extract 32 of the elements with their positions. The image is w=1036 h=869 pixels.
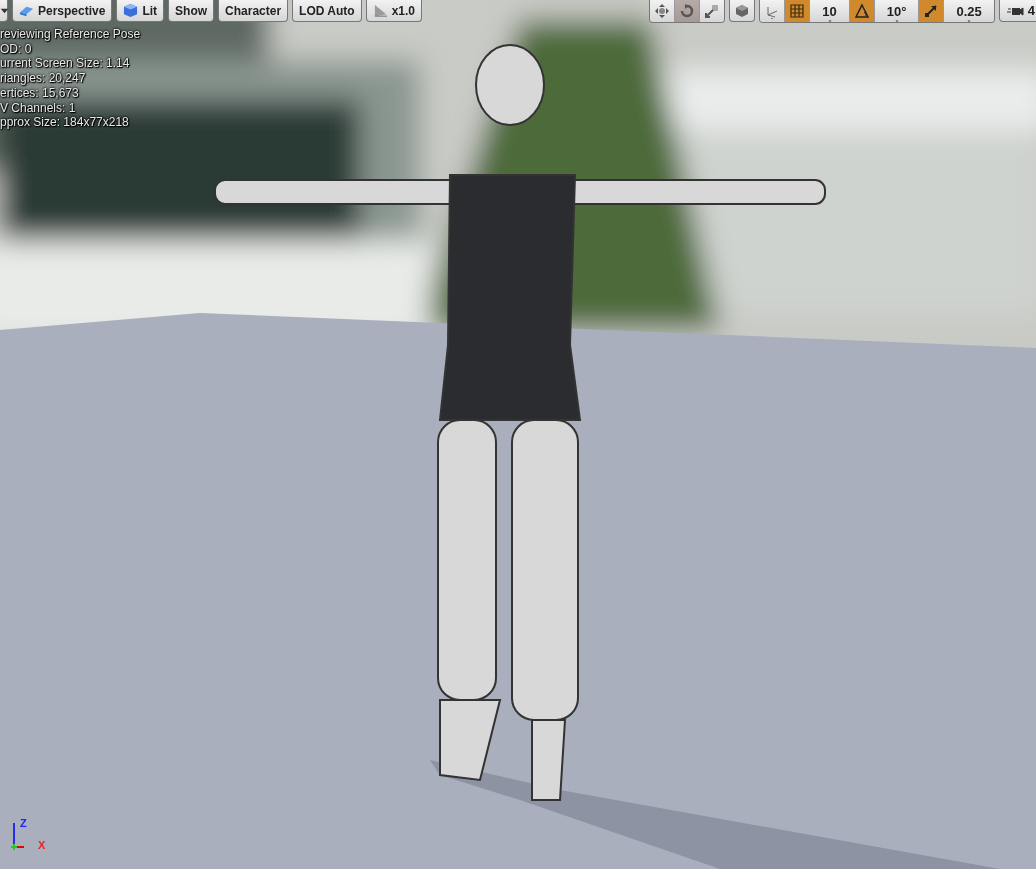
stats-text: reviewing Reference Pose bbox=[0, 27, 141, 42]
toolbar-button[interactable]: Perspective bbox=[12, 0, 113, 22]
toolbar-button[interactable]: x1.0 bbox=[365, 0, 422, 22]
angle-icon bbox=[853, 3, 870, 19]
camera-speed-button[interactable]: 4 bbox=[998, 0, 1036, 22]
stats-text: V Channels: 1 bbox=[0, 100, 76, 116]
toolbar-button[interactable]: Show bbox=[168, 0, 215, 22]
play-speed-icon bbox=[372, 3, 388, 18]
snap-toggle-button[interactable] bbox=[784, 0, 810, 22]
transform-tool-button[interactable] bbox=[674, 0, 700, 22]
snap-value-dropdown[interactable]: 10° bbox=[873, 0, 919, 22]
snap-value-dropdown[interactable]: 0.25 bbox=[943, 0, 994, 22]
snap-toggle-button[interactable] bbox=[918, 0, 944, 22]
surface-snap-button[interactable] bbox=[729, 0, 756, 22]
grid-icon bbox=[789, 3, 806, 19]
snap-toggle-button[interactable] bbox=[848, 0, 874, 22]
toolbar-button[interactable]: Lit bbox=[116, 0, 165, 22]
coordinate-space-button[interactable] bbox=[760, 0, 785, 22]
stats-text: riangles: 20,247 bbox=[0, 71, 86, 86]
transform-tool-button[interactable] bbox=[650, 0, 675, 22]
stats-text: ertices: 15,673 bbox=[0, 85, 79, 101]
snap-value-dropdown[interactable]: 10 bbox=[809, 0, 849, 22]
move-arrows-icon bbox=[654, 3, 671, 19]
stats-text: OD: 0 bbox=[0, 41, 32, 57]
stats-text: pprox Size: 184x77x218 bbox=[0, 115, 129, 130]
diagonal-arrow-icon bbox=[923, 3, 940, 19]
toolbar-button[interactable]: LOD Auto bbox=[292, 0, 362, 22]
stats-text: urrent Screen Size: 1.14 bbox=[0, 56, 130, 72]
transform-tool-button[interactable] bbox=[699, 0, 725, 22]
toolbar-button[interactable]: Character bbox=[218, 0, 289, 22]
rotate-icon bbox=[679, 3, 696, 19]
scale-icon bbox=[704, 3, 721, 19]
